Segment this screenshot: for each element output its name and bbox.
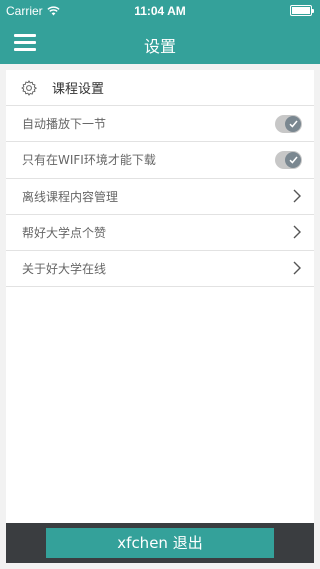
status-bar: Carrier 11:04 AM <box>0 0 320 22</box>
offline-content-row[interactable]: 离线课程内容管理 <box>6 179 314 215</box>
chevron-right-icon <box>293 189 301 203</box>
nav-bar: 设置 <box>0 22 320 64</box>
bottom-bar: xfchen 退出 <box>6 523 314 563</box>
about-row[interactable]: 关于好大学在线 <box>6 251 314 287</box>
like-label: 帮好大学点个赞 <box>22 225 107 240</box>
page-title: 设置 <box>143 37 176 56</box>
about-label: 关于好大学在线 <box>22 261 107 276</box>
autoplay-label: 自动播放下一节 <box>22 117 107 131</box>
check-icon <box>285 115 301 132</box>
wifi-only-label: 只有在WIFI环境才能下载 <box>22 153 156 168</box>
check-icon <box>285 151 301 168</box>
gear-icon <box>21 79 37 96</box>
logout-button[interactable]: xfchen 退出 <box>46 528 274 558</box>
battery-icon <box>290 5 314 16</box>
settings-list: 课程设置 自动播放下一节 只有在WIFI环境才能下载 离线课程内容管理 帮好大学… <box>6 70 314 523</box>
section-header: 课程设置 <box>6 70 314 106</box>
autoplay-toggle[interactable] <box>275 114 302 133</box>
section-title: 课程设置 <box>52 82 105 97</box>
like-row[interactable]: 帮好大学点个赞 <box>6 215 314 251</box>
wifi-only-toggle[interactable] <box>275 150 302 169</box>
status-time: 11:04 AM <box>134 4 186 18</box>
offline-content-label: 离线课程内容管理 <box>22 189 119 204</box>
wifi-only-row: 只有在WIFI环境才能下载 <box>6 142 314 179</box>
chevron-right-icon <box>293 261 301 275</box>
autoplay-row: 自动播放下一节 <box>6 106 314 142</box>
chevron-right-icon <box>293 225 301 239</box>
